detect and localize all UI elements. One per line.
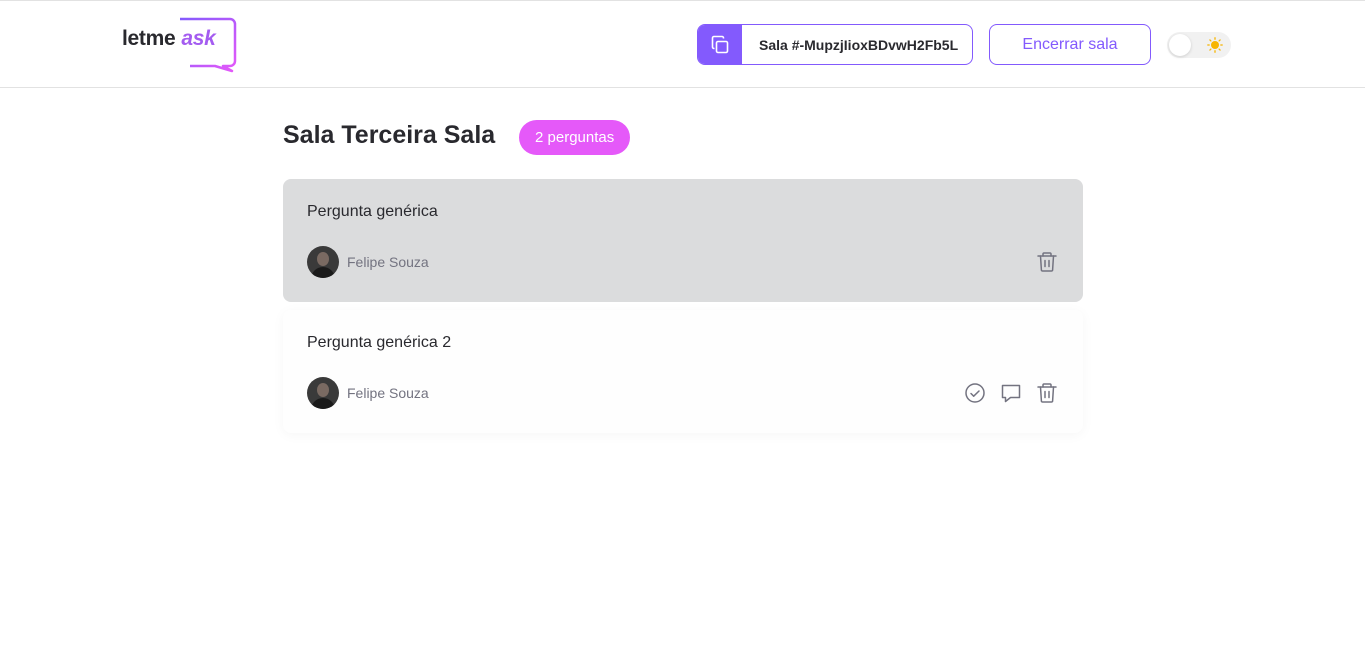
trash-icon[interactable] (1035, 250, 1059, 274)
question-author: Felipe Souza (307, 377, 429, 409)
logo-text-main: letme (122, 27, 176, 50)
copy-icon (698, 25, 742, 64)
trash-icon[interactable] (1035, 381, 1059, 405)
question-content: Pergunta genérica 2 (307, 334, 452, 351)
letmeask-logo[interactable]: letme ask (122, 15, 238, 73)
answer-icon[interactable] (999, 381, 1023, 405)
question-footer: Felipe Souza (307, 377, 1059, 409)
logo-text-accent: ask (181, 27, 216, 50)
question-footer: Felipe Souza (307, 246, 1059, 278)
logo-text: letme ask (122, 27, 216, 51)
author-name: Felipe Souza (347, 254, 429, 270)
avatar (307, 246, 339, 278)
question-actions (1035, 250, 1059, 274)
question-card: Pergunta genérica Felipe Souza (283, 179, 1083, 302)
question-card: Pergunta genérica 2 Felipe Souza (283, 310, 1083, 433)
toggle-knob (1169, 34, 1191, 56)
question-author: Felipe Souza (307, 246, 429, 278)
room-code-button[interactable]: Sala #-MupzjIioxBDvwH2Fb5L (697, 24, 973, 65)
page-header: letme ask Sala #-MupzjIioxBDvwH2Fb5L Ence… (0, 1, 1365, 88)
theme-toggle[interactable] (1167, 32, 1231, 58)
question-count-badge: 2 perguntas (519, 120, 631, 155)
question-content: Pergunta genérica (307, 203, 438, 220)
close-room-button[interactable]: Encerrar sala (989, 24, 1151, 65)
room-code-text: Sala #-MupzjIioxBDvwH2Fb5L (759, 36, 959, 53)
question-actions (963, 381, 1059, 405)
check-circle-icon[interactable] (963, 381, 987, 405)
author-name: Felipe Souza (347, 385, 429, 401)
avatar (307, 377, 339, 409)
sun-icon (1207, 37, 1223, 53)
room-title: Sala Terceira Sala (283, 121, 496, 149)
